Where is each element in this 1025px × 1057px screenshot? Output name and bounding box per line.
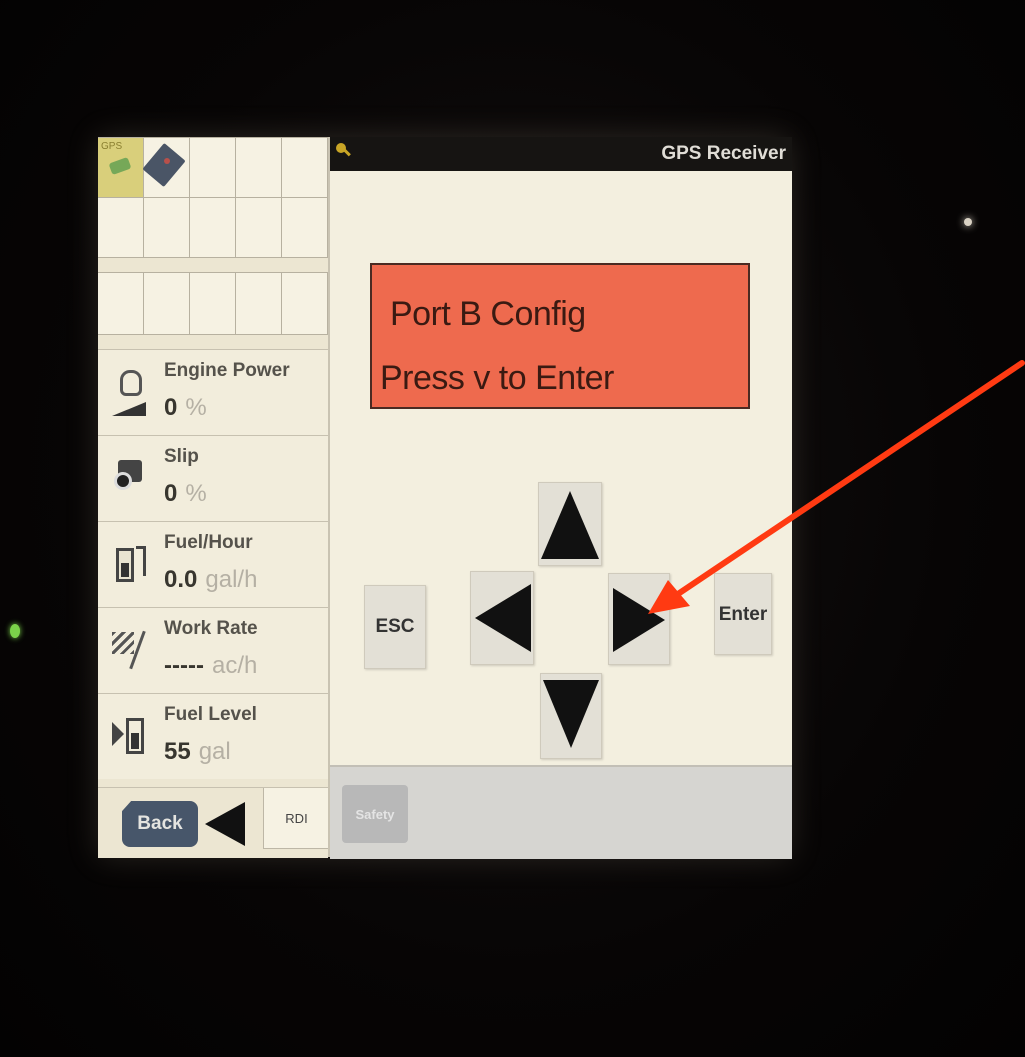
readout-value: ----- ac/h (164, 652, 258, 679)
readout-work-rate[interactable]: Work Rate ----- ac/h (98, 607, 328, 693)
touch-screen: GPS Engine Power 0% Slip 0 % Fuel/Hour 0… (98, 137, 792, 859)
shortcut-slot[interactable] (190, 198, 236, 258)
receiver-message-display: Port B Config Press v to Enter (370, 263, 750, 409)
power-led (10, 624, 20, 638)
shortcut-slot[interactable] (282, 273, 328, 335)
readout-value: 0.0 gal/h (164, 566, 258, 593)
down-arrow-icon (543, 680, 599, 748)
shortcut-slot[interactable] (236, 138, 282, 198)
reflection-glint (964, 218, 972, 226)
shortcut-slot[interactable] (282, 198, 328, 258)
tab-rdi[interactable]: RDI (263, 788, 330, 849)
right-bottom-bar: Safety (330, 765, 792, 859)
gps-receiver-panel: GPS Receiver Port B Config Press v to En… (328, 137, 792, 859)
left-panel: GPS Engine Power 0% Slip 0 % Fuel/Hour 0… (98, 137, 330, 858)
tractor-slip-icon (112, 456, 148, 500)
up-arrow-icon (541, 491, 599, 559)
readout-fuel-hour[interactable]: Fuel/Hour 0.0 gal/h (98, 521, 328, 607)
readout-value: 0% (164, 480, 207, 507)
readout-value: 55 gal (164, 738, 231, 765)
display-line-1: Port B Config (390, 295, 586, 333)
shortcut-slot[interactable] (190, 273, 236, 335)
right-arrow-icon (613, 588, 665, 652)
down-arrow-button[interactable] (540, 673, 602, 759)
fuel-pump-icon (112, 542, 148, 586)
gps-badge-label: GPS (101, 141, 123, 152)
readout-label: Fuel Level (164, 704, 257, 725)
display-line-2: Press v to Enter (380, 359, 614, 397)
manual-shortcut[interactable] (142, 138, 190, 198)
gps-shortcut[interactable]: GPS (98, 138, 144, 198)
shortcut-grid-bottom (98, 272, 328, 335)
left-arrow-icon (475, 584, 531, 652)
right-arrow-button[interactable] (608, 573, 670, 665)
tab-safety[interactable]: Safety (342, 785, 408, 843)
shortcut-slot[interactable] (144, 273, 190, 335)
fuel-level-icon (112, 714, 148, 758)
esc-button[interactable]: ESC (364, 585, 426, 669)
key-icon (336, 143, 346, 153)
readout-engine-power[interactable]: Engine Power 0% (98, 349, 328, 435)
shortcut-slot[interactable] (98, 273, 144, 335)
readout-value: 0% (164, 394, 207, 421)
readout-fuel-level[interactable]: Fuel Level 55 gal (98, 693, 328, 779)
shortcut-slot[interactable] (98, 198, 144, 258)
readout-slip[interactable]: Slip 0% (98, 435, 328, 521)
page-left-arrow-icon[interactable] (205, 802, 245, 846)
shortcut-slot[interactable] (282, 138, 328, 198)
readout-label: Slip (164, 446, 199, 467)
engine-icon (112, 370, 148, 416)
shortcut-slot[interactable] (190, 138, 236, 198)
work-rate-icon (112, 628, 148, 672)
readout-label: Work Rate (164, 618, 258, 639)
title-bar: GPS Receiver (330, 137, 792, 171)
readout-label: Fuel/Hour (164, 532, 253, 553)
readout-label: Engine Power (164, 360, 290, 381)
shortcut-slot[interactable] (236, 198, 282, 258)
up-arrow-button[interactable] (538, 482, 602, 566)
back-button[interactable]: Back (122, 801, 198, 847)
enter-button[interactable]: Enter (714, 573, 772, 655)
shortcut-grid-top: GPS (98, 137, 328, 258)
left-arrow-button[interactable] (470, 571, 534, 665)
left-bottom-bar: Back RDI (98, 787, 330, 858)
page-title: GPS Receiver (661, 143, 786, 164)
book-marker (164, 158, 170, 164)
book-icon (142, 142, 186, 188)
shortcut-slot[interactable] (236, 273, 282, 335)
shortcut-slot[interactable] (144, 198, 190, 258)
gps-icon (108, 156, 132, 176)
